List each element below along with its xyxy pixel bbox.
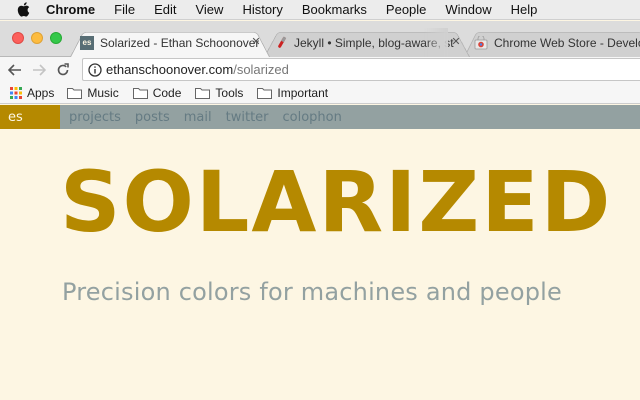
- menu-view[interactable]: View: [195, 2, 223, 17]
- bookmarks-bar: Apps Music Code Tools Important: [0, 82, 640, 104]
- back-button[interactable]: [6, 61, 24, 79]
- bookmark-folder-tools[interactable]: Tools: [195, 86, 243, 100]
- bookmark-label: Apps: [27, 85, 55, 100]
- page-subtitle: Precision colors for machines and people: [62, 278, 562, 306]
- bookmark-folder-music[interactable]: Music: [67, 85, 119, 100]
- bookmark-label: Code: [152, 85, 182, 100]
- menu-chrome[interactable]: Chrome: [46, 2, 95, 17]
- nav-link-twitter[interactable]: twitter: [226, 110, 269, 125]
- forward-button[interactable]: [30, 61, 48, 79]
- menu-people[interactable]: People: [386, 2, 426, 17]
- menu-file[interactable]: File: [114, 2, 135, 17]
- reload-button[interactable]: [54, 61, 72, 79]
- apps-grid-icon: [10, 86, 22, 99]
- menu-history[interactable]: History: [242, 2, 282, 17]
- tab-title: Chrome Web Store - Developer: [494, 35, 640, 50]
- browser-toolbar: ethanschoonover.com/solarized: [0, 57, 640, 82]
- apple-logo-icon[interactable]: [17, 2, 33, 17]
- bookmark-apps[interactable]: Apps: [10, 86, 54, 100]
- folder-icon: [132, 87, 148, 99]
- bookmark-label: Tools: [215, 85, 244, 100]
- back-arrow-icon: [8, 64, 21, 76]
- tab-solarized[interactable]: es Solarized - Ethan Schoonover ✕: [70, 28, 270, 57]
- chrome-web-store-icon: [474, 35, 488, 50]
- forward-arrow-icon: [33, 64, 46, 76]
- menu-edit[interactable]: Edit: [154, 2, 176, 17]
- tab-title: Solarized - Ethan Schoonover: [100, 35, 260, 50]
- macos-menu-bar: Chrome File Edit View History Bookmarks …: [0, 0, 640, 20]
- folder-icon: [195, 87, 211, 99]
- menu-window[interactable]: Window: [445, 2, 491, 17]
- tab-close-icon[interactable]: ✕: [250, 36, 262, 48]
- tab-close-icon[interactable]: ✕: [450, 36, 462, 48]
- nav-link-projects[interactable]: projects: [69, 110, 121, 125]
- page-title: SOLARIZED: [60, 153, 613, 251]
- nav-link-mail[interactable]: mail: [184, 110, 212, 125]
- folder-icon: [67, 87, 83, 99]
- tab-strip: es Solarized - Ethan Schoonover ✕ Jekyll…: [0, 21, 640, 57]
- url-host: ethanschoonover.com: [106, 62, 234, 77]
- site-nav-bar: es projects posts mail twitter colophon: [0, 105, 640, 129]
- folder-icon: [257, 87, 273, 99]
- window-close-button[interactable]: [12, 32, 24, 44]
- nav-link-posts[interactable]: posts: [135, 110, 170, 125]
- address-bar[interactable]: ethanschoonover.com/solarized: [82, 58, 640, 81]
- bookmark-label: Music: [87, 85, 119, 100]
- site-brand-link[interactable]: es: [0, 105, 60, 129]
- tab-chrome-web-store[interactable]: Chrome Web Store - Developer: [464, 28, 640, 57]
- bookmark-folder-important[interactable]: Important: [257, 86, 328, 100]
- bookmark-label: Important: [277, 85, 329, 100]
- tab-jekyll[interactable]: Jekyll • Simple, blog-aware, st ✕: [264, 28, 470, 57]
- menu-help[interactable]: Help: [511, 2, 538, 17]
- nav-link-colophon[interactable]: colophon: [283, 110, 342, 125]
- reload-icon: [57, 63, 69, 76]
- info-icon[interactable]: [88, 62, 102, 77]
- es-favicon-icon: es: [80, 35, 94, 50]
- url-path: /solarized: [233, 62, 289, 77]
- bookmark-folder-code[interactable]: Code: [132, 85, 182, 100]
- test-tube-icon: [274, 35, 288, 50]
- window-zoom-button[interactable]: [50, 32, 62, 44]
- window-minimize-button[interactable]: [31, 32, 43, 44]
- menu-bookmarks[interactable]: Bookmarks: [302, 2, 367, 17]
